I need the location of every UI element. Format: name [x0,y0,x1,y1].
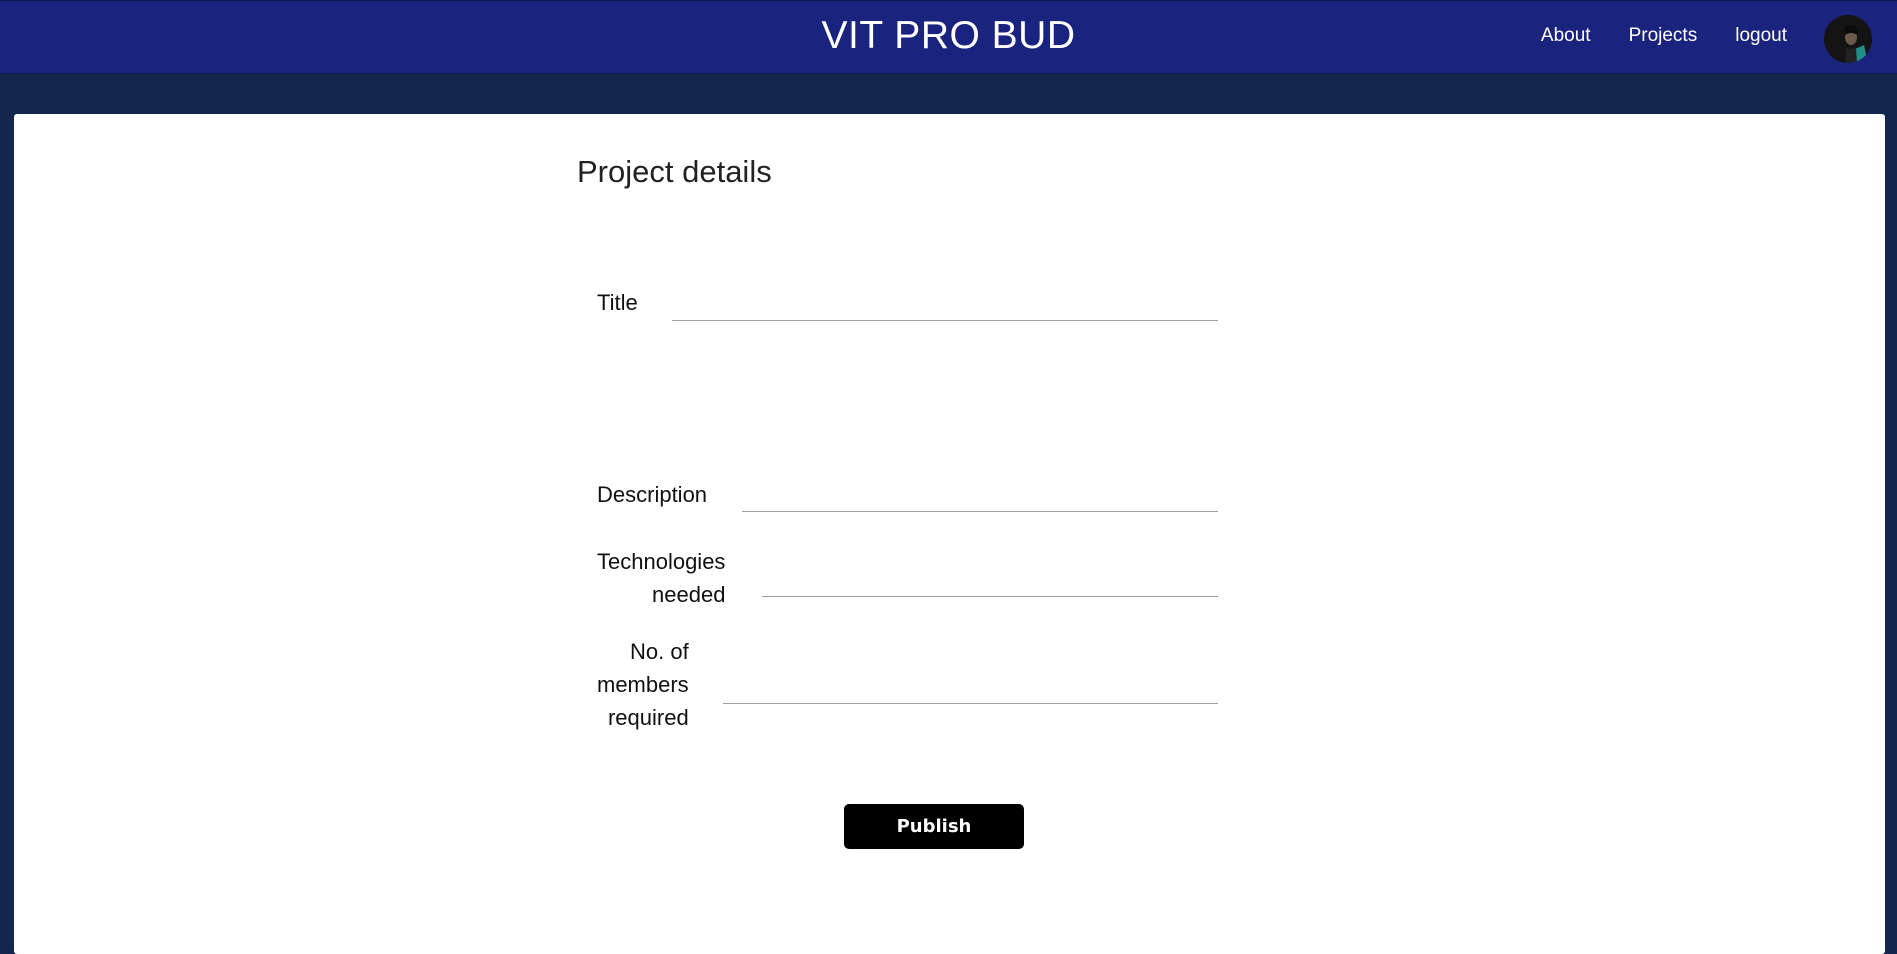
technologies-label-line1: Technologies [597,549,726,574]
avatar-image [1824,15,1872,63]
members-label: No. of members required [597,635,689,734]
members-input[interactable] [723,673,1218,704]
publish-button[interactable]: Publish [844,804,1024,849]
technologies-input[interactable] [762,566,1218,597]
technologies-label: Technologies needed [597,545,725,611]
project-form-card: Project details Title Description Techno… [14,114,1885,954]
user-avatar-icon[interactable] [1824,15,1872,63]
description-input[interactable] [742,481,1218,512]
nav-logout-link[interactable]: logout [1735,25,1787,47]
members-label-line2: members [597,672,689,697]
top-navbar: VIT PRO BUD About Projects logout [0,0,1897,74]
nav-about-link[interactable]: About [1541,25,1591,47]
main-nav: About Projects logout [1541,1,1787,71]
title-label: Title [597,290,638,315]
members-label-line3: required [607,705,689,730]
members-label-line1: No. of [629,639,689,664]
description-label: Description [597,482,708,507]
technologies-label-line2: needed [652,582,726,607]
title-input[interactable] [672,290,1218,321]
nav-projects-link[interactable]: Projects [1629,25,1698,47]
page-title: Project details [577,154,772,189]
